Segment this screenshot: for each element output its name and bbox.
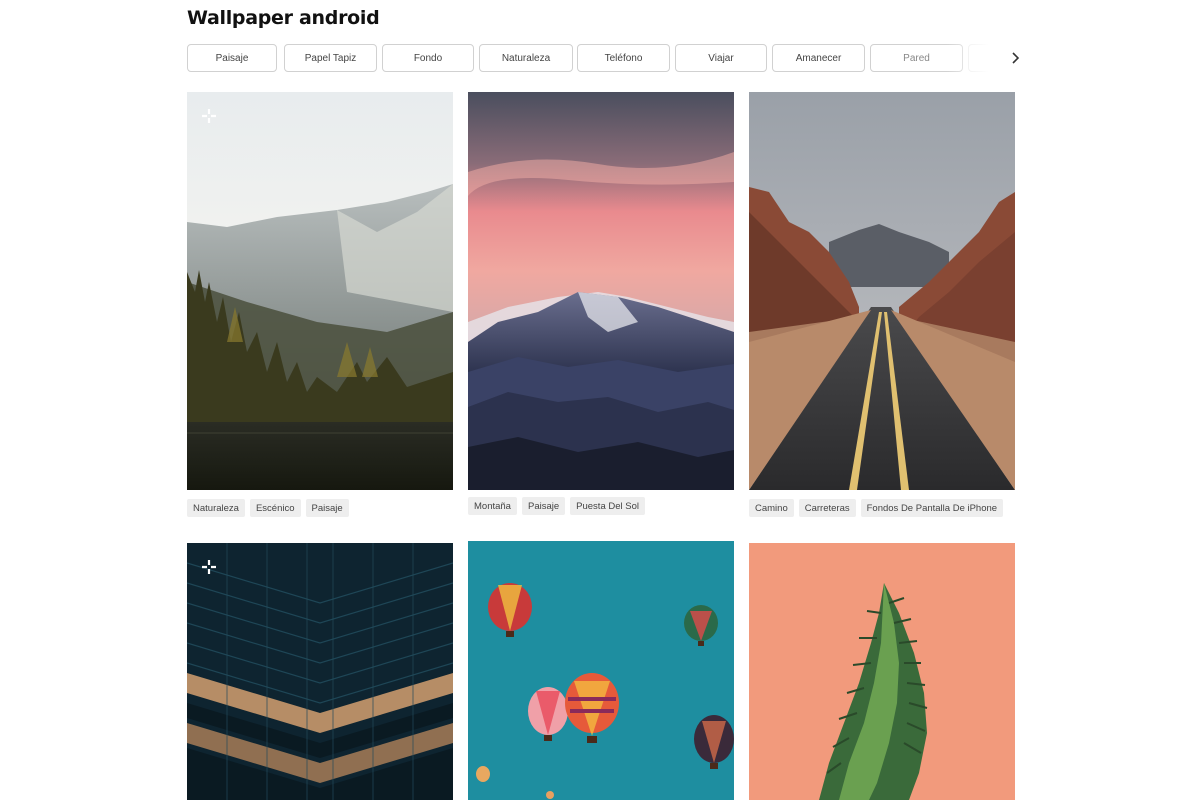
chevron-right-icon[interactable] xyxy=(1005,48,1025,68)
photo-misty-mountain-forest[interactable] xyxy=(187,92,453,490)
wallpaper-card[interactable]: Camino Carreteras Fondos De Pantalla De … xyxy=(749,92,1015,522)
plus-icon xyxy=(202,109,216,123)
filter-chip-amanecer[interactable]: Amanecer xyxy=(772,44,865,72)
tag-paisaje[interactable]: Paisaje xyxy=(305,499,349,517)
tag-montana[interactable]: Montaña xyxy=(468,497,517,515)
wallpaper-card[interactable] xyxy=(187,543,453,800)
tag-paisaje[interactable]: Paisaje xyxy=(521,497,566,515)
photo-hot-air-balloons[interactable] xyxy=(468,541,734,800)
tag-puesta-del-sol[interactable]: Puesta Del Sol xyxy=(570,497,645,515)
tag-list: Montaña Paisaje Puesta Del Sol xyxy=(468,497,645,515)
wallpaper-card[interactable] xyxy=(749,543,1015,800)
plus-icon xyxy=(202,560,216,574)
tag-camino[interactable]: Camino xyxy=(749,499,794,517)
tag-carreteras[interactable]: Carreteras xyxy=(798,499,856,517)
tag-naturaleza[interactable]: Naturaleza xyxy=(187,499,245,517)
wallpaper-card[interactable]: Naturaleza Escénico Paisaje xyxy=(187,92,453,522)
filter-chip-viajar[interactable]: Viajar xyxy=(675,44,767,72)
tag-fondos-iphone[interactable]: Fondos De Pantalla De iPhone xyxy=(860,499,1004,517)
wallpaper-card[interactable] xyxy=(468,541,734,800)
filter-chip-papel-tapiz[interactable]: Papel Tapiz xyxy=(284,44,377,72)
filter-chip-telefono[interactable]: Teléfono xyxy=(577,44,670,72)
photo-green-plant-pink[interactable] xyxy=(749,543,1015,800)
filter-chip-fondo[interactable]: Fondo xyxy=(382,44,474,72)
tag-list: Camino Carreteras Fondos De Pantalla De … xyxy=(749,499,1004,517)
filter-chip-paisaje[interactable]: Paisaje xyxy=(187,44,277,72)
tag-escenico[interactable]: Escénico xyxy=(249,499,301,517)
tag-list: Naturaleza Escénico Paisaje xyxy=(187,499,349,517)
page-title: Wallpaper android xyxy=(187,7,380,29)
photo-pink-sunset-mountain[interactable] xyxy=(468,92,734,490)
photo-dark-glass-building[interactable] xyxy=(187,543,453,800)
photo-desert-road[interactable] xyxy=(749,92,1015,490)
filter-bar: Paisaje Papel Tapiz Fondo Naturaleza Tel… xyxy=(187,44,1027,72)
filter-chip-naturaleza[interactable]: Naturaleza xyxy=(479,44,573,72)
wallpaper-card[interactable]: Montaña Paisaje Puesta Del Sol xyxy=(468,92,734,522)
filter-fade-mask xyxy=(947,44,1007,72)
